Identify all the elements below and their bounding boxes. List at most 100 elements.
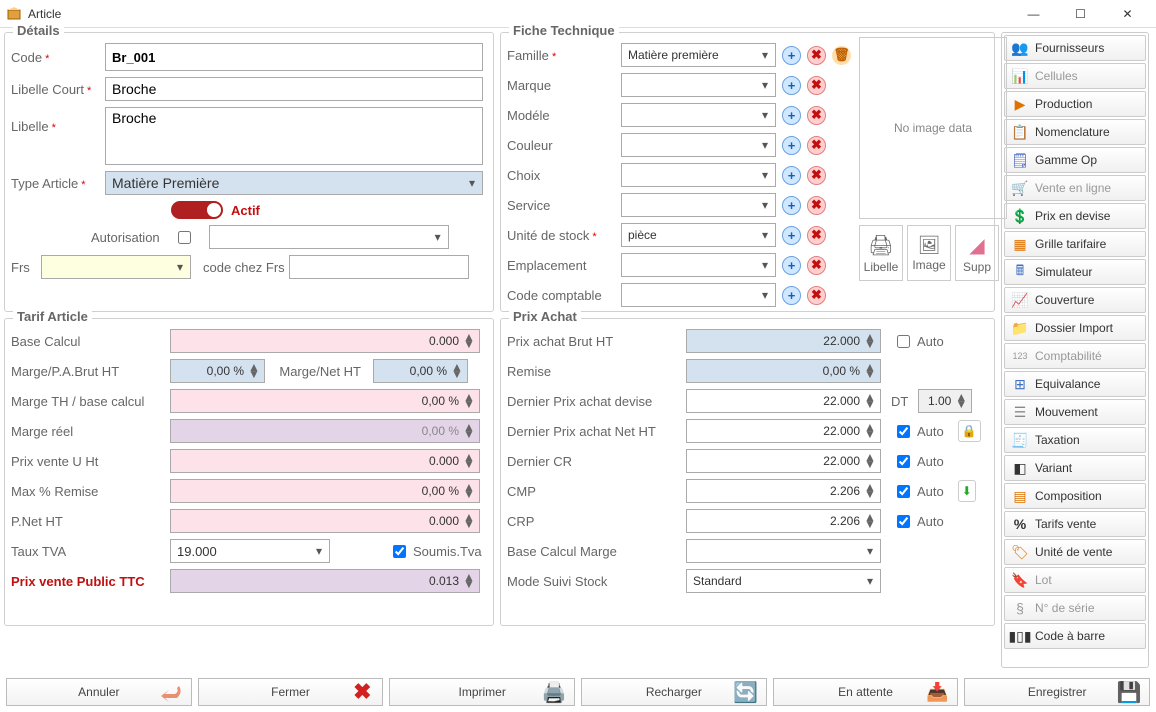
- pnet-input[interactable]: 0.000▲▼: [170, 509, 480, 533]
- famille-add-button[interactable]: +: [782, 46, 801, 65]
- enregistrer-button[interactable]: Enregistrer💾: [964, 678, 1150, 706]
- sidebar-item-nomenclature[interactable]: 📋Nomenclature: [1004, 119, 1146, 145]
- prix-public-input[interactable]: 0.013▲▼: [170, 569, 480, 593]
- autorisation-select[interactable]: ▾: [209, 225, 449, 249]
- sidebar-item-prix-en-devise[interactable]: 💲Prix en devise: [1004, 203, 1146, 229]
- en-attente-button[interactable]: En attente📥: [773, 678, 959, 706]
- libelle-court-input[interactable]: [105, 77, 483, 101]
- prix-vente-u-input[interactable]: 0.000▲▼: [170, 449, 480, 473]
- famille-trash-button[interactable]: 🗑: [832, 46, 851, 65]
- sidebar-item-gamme-op[interactable]: 🗒Gamme Op: [1004, 147, 1146, 173]
- annuler-button[interactable]: Annuler: [6, 678, 192, 706]
- sidebar-item-dossier-import[interactable]: 📁Dossier Import: [1004, 315, 1146, 341]
- sidebar-item-variant[interactable]: ◧Variant: [1004, 455, 1146, 481]
- minimize-button[interactable]: —: [1011, 0, 1056, 28]
- couleur-add-button[interactable]: +: [782, 136, 801, 155]
- modele-delete-button[interactable]: ✖: [807, 106, 826, 125]
- type-article-select[interactable]: Matière Première▾: [105, 171, 483, 195]
- couleur-select[interactable]: ▾: [621, 133, 776, 157]
- unite-add-button[interactable]: +: [782, 226, 801, 245]
- auto-cr-checkbox[interactable]: Auto: [893, 452, 944, 471]
- marque-select[interactable]: ▾: [621, 73, 776, 97]
- code_comptable-label: Code comptable: [507, 288, 617, 303]
- auto-crp-checkbox[interactable]: Auto: [893, 512, 944, 531]
- frs-select[interactable]: ▾: [41, 255, 191, 279]
- sidebar-item-equivalance[interactable]: ⊞Equivalance: [1004, 371, 1146, 397]
- code_comptable-delete-button[interactable]: ✖: [807, 286, 826, 305]
- modele-add-button[interactable]: +: [782, 106, 801, 125]
- fermer-button[interactable]: Fermer✖: [198, 678, 384, 706]
- dernier-cr-input[interactable]: 22.000▲▼: [686, 449, 881, 473]
- choix-delete-button[interactable]: ✖: [807, 166, 826, 185]
- base-calcul-input[interactable]: 0.000▲▼: [170, 329, 480, 353]
- image-button[interactable]: 🖼Image: [907, 225, 951, 281]
- sidebar-item-mouvement[interactable]: ☰Mouvement: [1004, 399, 1146, 425]
- auto-net-checkbox[interactable]: Auto: [893, 422, 944, 441]
- famille-select[interactable]: Matière première▾: [621, 43, 776, 67]
- chevron-down-icon: ▾: [757, 136, 773, 154]
- actif-toggle[interactable]: [171, 201, 223, 219]
- dernier-cr-label: Dernier CR: [507, 454, 682, 469]
- code-input[interactable]: [105, 43, 483, 71]
- sidebar-item-taxation[interactable]: 🧾Taxation: [1004, 427, 1146, 453]
- sidebar-item-grille-tarifaire[interactable]: ▦Grille tarifaire: [1004, 231, 1146, 257]
- marge-th-input[interactable]: 0,00 %▲▼: [170, 389, 480, 413]
- dernier-net-input[interactable]: 22.000▲▼: [686, 419, 881, 443]
- unite-delete-button[interactable]: ✖: [807, 226, 826, 245]
- service-add-button[interactable]: +: [782, 196, 801, 215]
- sidebar-item-code-barre[interactable]: ▮▯▮Code à barre: [1004, 623, 1146, 649]
- libelle-button[interactable]: 🖨Libelle: [859, 225, 903, 281]
- service-select[interactable]: ▾: [621, 193, 776, 217]
- emplacement-delete-button[interactable]: ✖: [807, 256, 826, 275]
- libelle-textarea[interactable]: Broche: [105, 107, 483, 165]
- marque-label: Marque: [507, 78, 617, 93]
- supp-button[interactable]: ◢Supp: [955, 225, 999, 281]
- recharger-button[interactable]: Recharger🔄: [581, 678, 767, 706]
- sidebar-item-composition[interactable]: ▤Composition: [1004, 483, 1146, 509]
- emplacement-select[interactable]: ▾: [621, 253, 776, 277]
- base-marge-select[interactable]: ▾: [686, 539, 881, 563]
- sidebar-item-production[interactable]: ▶Production: [1004, 91, 1146, 117]
- dernier-net-label: Dernier Prix achat Net HT: [507, 424, 682, 439]
- auto-brut-checkbox[interactable]: Auto: [893, 332, 944, 351]
- emplacement-add-button[interactable]: +: [782, 256, 801, 275]
- famille-label: Famille: [507, 48, 617, 63]
- marge-net-input[interactable]: 0,00 %▲▼: [373, 359, 468, 383]
- auto-cmp-checkbox[interactable]: Auto: [893, 482, 944, 501]
- code_comptable-select[interactable]: ▾: [621, 283, 776, 307]
- sidebar-item-couverture[interactable]: 📈Couverture: [1004, 287, 1146, 313]
- code_comptable-add-button[interactable]: +: [782, 286, 801, 305]
- max-remise-input[interactable]: 0,00 %▲▼: [170, 479, 480, 503]
- service-delete-button[interactable]: ✖: [807, 196, 826, 215]
- unite-select[interactable]: pièce▾: [621, 223, 776, 247]
- modele-select[interactable]: ▾: [621, 103, 776, 127]
- couleur-delete-button[interactable]: ✖: [807, 136, 826, 155]
- cmp-input[interactable]: 2.206▲▼: [686, 479, 881, 503]
- sidebar-item-simulateur[interactable]: 🖩Simulateur: [1004, 259, 1146, 285]
- crp-input[interactable]: 2.206▲▼: [686, 509, 881, 533]
- marque-add-button[interactable]: +: [782, 76, 801, 95]
- sidebar-item-tarifs-vente[interactable]: %Tarifs vente: [1004, 511, 1146, 537]
- maximize-button[interactable]: ☐: [1058, 0, 1103, 28]
- soumis-tva-checkbox[interactable]: Soumis.Tva: [389, 542, 482, 561]
- sidebar-item-fournisseurs[interactable]: 👥Fournisseurs: [1004, 35, 1146, 61]
- lock-icon[interactable]: 🔒: [958, 420, 981, 442]
- sidebar-item-unit-de-vente[interactable]: 🏷Unité de vente: [1004, 539, 1146, 565]
- taux-tva-select[interactable]: 19.000▾: [170, 539, 330, 563]
- famille-delete-button[interactable]: ✖: [807, 46, 826, 65]
- download-icon[interactable]: ⬇: [958, 480, 976, 502]
- prix-brut-input[interactable]: 22.000▲▼: [686, 329, 881, 353]
- choix-select[interactable]: ▾: [621, 163, 776, 187]
- marge-pa-input[interactable]: 0,00 %▲▼: [170, 359, 265, 383]
- choix-add-button[interactable]: +: [782, 166, 801, 185]
- code-chez-frs-input[interactable]: [289, 255, 469, 279]
- autorisation-checkbox[interactable]: [178, 231, 191, 244]
- imprimer-button[interactable]: Imprimer🖨️: [389, 678, 575, 706]
- dt-input[interactable]: 1.00▲▼: [918, 389, 972, 413]
- marque-delete-button[interactable]: ✖: [807, 76, 826, 95]
- close-button[interactable]: ✕: [1105, 0, 1150, 28]
- mode-suivi-select[interactable]: Standard▾: [686, 569, 881, 593]
- sidebar-item-lot: 🔖Lot: [1004, 567, 1146, 593]
- dernier-devise-input[interactable]: 22.000▲▼: [686, 389, 881, 413]
- remise-input[interactable]: 0,00 %▲▼: [686, 359, 881, 383]
